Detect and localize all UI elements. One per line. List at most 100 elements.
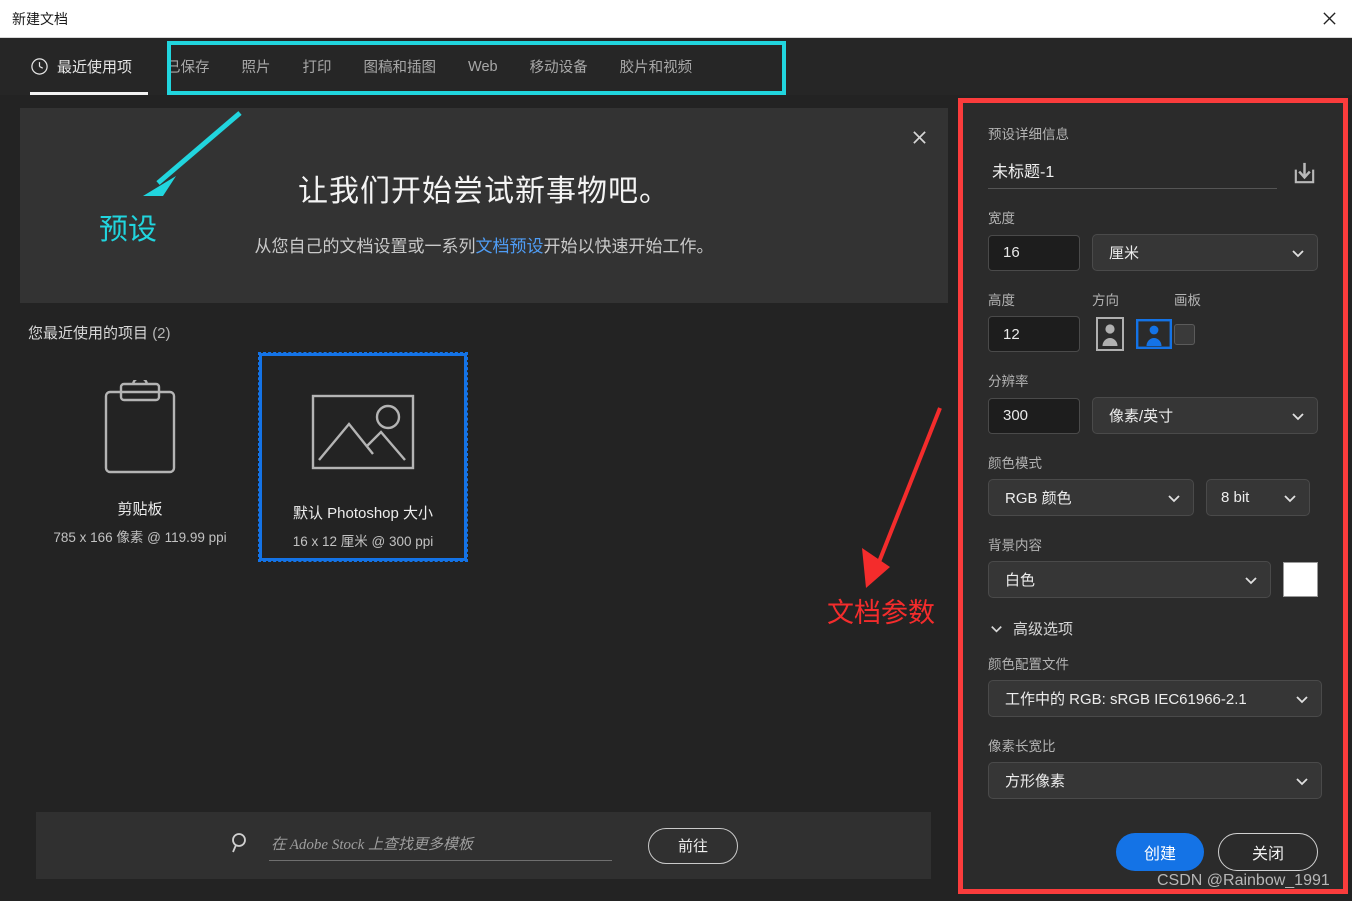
bit-depth-select[interactable]: 8 bit: [1206, 479, 1310, 516]
chevron-down-icon: [1242, 571, 1260, 589]
background-content-row: 白色: [988, 561, 1318, 598]
color-mode-row: RGB 颜色 8 bit: [988, 479, 1318, 516]
width-unit-value: 厘米: [1109, 245, 1140, 262]
background-content-select[interactable]: 白色: [988, 561, 1272, 598]
recent-item-name: 默认 Photoshop 大小: [292, 505, 434, 522]
orientation-buttons: [1092, 316, 1174, 352]
width-input[interactable]: [988, 234, 1080, 271]
tab-recent[interactable]: 最近使用项: [0, 38, 150, 95]
resolution-row: 像素/英寸: [988, 397, 1318, 434]
resolution-input[interactable]: [988, 397, 1080, 434]
recent-items-count: (2): [152, 325, 171, 342]
preset-details-panel: 预设详细信息 宽度 厘米 高度: [963, 103, 1343, 889]
recent-item-name: 剪贴板: [117, 501, 163, 518]
banner-sub-after: 开始以快速开始工作。: [543, 237, 714, 256]
recent-item-default-photoshop-size[interactable]: 默认 Photoshop 大小 16 x 12 厘米 @ 300 ppi: [258, 352, 468, 562]
color-profile-label: 颜色配置文件: [988, 657, 1069, 672]
tab-saved[interactable]: 已保存: [150, 39, 226, 94]
tab-art-illustration[interactable]: 图稿和插图: [348, 39, 453, 94]
welcome-banner: 让我们开始尝试新事物吧。 从您自己的文档设置或一系列文档预设开始以快速开始工作。: [20, 108, 948, 303]
recent-items-heading: 您最近使用的项目 (2): [28, 322, 171, 343]
resolution-unit-select[interactable]: 像素/英寸: [1092, 397, 1318, 434]
close-icon: [1322, 12, 1336, 25]
chevron-down-icon: [1165, 489, 1183, 507]
background-content-label: 背景内容: [988, 538, 1042, 553]
tab-group: 已保存 照片 打印 图稿和插图 Web 移动设备 胶片和视频: [150, 39, 708, 94]
background-content-value: 白色: [1005, 572, 1036, 589]
pixel-aspect-label: 像素长宽比: [988, 739, 1056, 754]
clock-icon: [30, 57, 49, 76]
stock-search-input[interactable]: [269, 830, 612, 861]
new-document-dialog: 新建文档 最近使用项 已保存 照片 打印 图稿和插图 Web 移动设备 胶片和视…: [0, 0, 1352, 901]
artboard-label: 画板: [1174, 293, 1201, 308]
color-mode-label: 颜色模式: [988, 456, 1042, 471]
preset-details-title: 预设详细信息: [988, 127, 1069, 142]
background-color-swatch[interactable]: [1283, 562, 1318, 597]
tab-mobile[interactable]: 移动设备: [514, 39, 604, 94]
chevron-down-icon: [988, 620, 1005, 637]
adobe-stock-search-bar: 前往: [36, 812, 931, 879]
chevron-down-icon: [1281, 489, 1299, 507]
recent-item-clipboard[interactable]: 剪贴板 785 x 166 像素 @ 119.99 ppi: [36, 352, 244, 560]
window-title: 新建文档: [12, 10, 68, 27]
height-input[interactable]: [988, 316, 1080, 352]
bit-depth-value: 8 bit: [1221, 489, 1250, 506]
orientation-label: 方向: [1092, 293, 1119, 308]
banner-close-button[interactable]: [904, 122, 934, 152]
portrait-orientation-icon[interactable]: [1092, 316, 1128, 352]
tab-print[interactable]: 打印: [287, 39, 348, 94]
color-mode-select[interactable]: RGB 颜色: [988, 479, 1194, 516]
tab-photo[interactable]: 照片: [226, 39, 287, 94]
resolution-label: 分辨率: [988, 374, 1029, 389]
red-arrow: [862, 407, 942, 588]
chevron-down-icon: [1293, 690, 1311, 708]
chevron-down-icon: [1289, 407, 1307, 425]
pixel-aspect-value: 方形像素: [1005, 773, 1066, 790]
advanced-options-toggle[interactable]: 高级选项: [988, 618, 1318, 639]
recent-items-label: 您最近使用的项目: [28, 325, 149, 342]
width-label: 宽度: [988, 211, 1015, 226]
image-icon: [311, 368, 415, 496]
create-button[interactable]: 创建: [1116, 833, 1204, 871]
search-icon: [229, 831, 253, 860]
color-profile-select[interactable]: 工作中的 RGB: sRGB IEC61966-2.1: [988, 680, 1322, 717]
width-row: 厘米: [988, 234, 1318, 271]
color-profile-value: 工作中的 RGB: sRGB IEC61966-2.1: [1005, 691, 1247, 708]
close-button[interactable]: 关闭: [1218, 833, 1318, 871]
height-orientation-labels: 高度 方向 画板: [988, 289, 1318, 316]
landscape-orientation-icon[interactable]: [1136, 316, 1172, 352]
artboard-checkbox[interactable]: [1174, 323, 1195, 345]
annotation-label-document-params: 文档参数: [827, 598, 935, 628]
active-tab-indicator: [30, 92, 148, 95]
chevron-down-icon: [1293, 772, 1311, 790]
chevron-down-icon: [1289, 244, 1307, 262]
window-close-button[interactable]: [1306, 0, 1352, 37]
watermark: CSDN @Rainbow_1991: [1157, 872, 1330, 889]
width-unit-select[interactable]: 厘米: [1092, 234, 1318, 271]
preset-name-row: [988, 157, 1318, 189]
stock-go-button[interactable]: 前往: [648, 827, 738, 864]
download-icon[interactable]: [1291, 160, 1318, 187]
height-orientation-row: [988, 316, 1318, 352]
recent-item-meta: 785 x 166 像素 @ 119.99 ppi: [53, 530, 227, 545]
tab-film-video[interactable]: 胶片和视频: [604, 39, 709, 94]
document-presets-link[interactable]: 文档预设: [476, 237, 544, 256]
panel-action-buttons: 创建 关闭: [988, 833, 1318, 871]
category-tabbar: 最近使用项 已保存 照片 打印 图稿和插图 Web 移动设备 胶片和视频: [0, 38, 1352, 95]
banner-title: 让我们开始尝试新事物吧。: [298, 175, 670, 208]
preset-name-input[interactable]: [988, 157, 1277, 189]
tab-web[interactable]: Web: [452, 39, 514, 94]
recent-item-meta: 16 x 12 厘米 @ 300 ppi: [292, 534, 434, 549]
resolution-unit-value: 像素/英寸: [1109, 408, 1174, 425]
tab-recent-label: 最近使用项: [57, 59, 133, 76]
advanced-options-label: 高级选项: [1013, 621, 1074, 638]
banner-sub-before: 从您自己的文档设置或一系列: [254, 237, 476, 256]
close-icon: [912, 130, 926, 144]
height-label: 高度: [988, 293, 1015, 308]
banner-subtitle: 从您自己的文档设置或一系列文档预设开始以快速开始工作。: [20, 232, 948, 257]
window-titlebar: 新建文档: [0, 0, 1352, 38]
color-mode-value: RGB 颜色: [1005, 490, 1072, 507]
annotation-label-presets: 预设: [99, 214, 158, 246]
pixel-aspect-select[interactable]: 方形像素: [988, 762, 1322, 799]
clipboard-icon: [102, 364, 178, 492]
